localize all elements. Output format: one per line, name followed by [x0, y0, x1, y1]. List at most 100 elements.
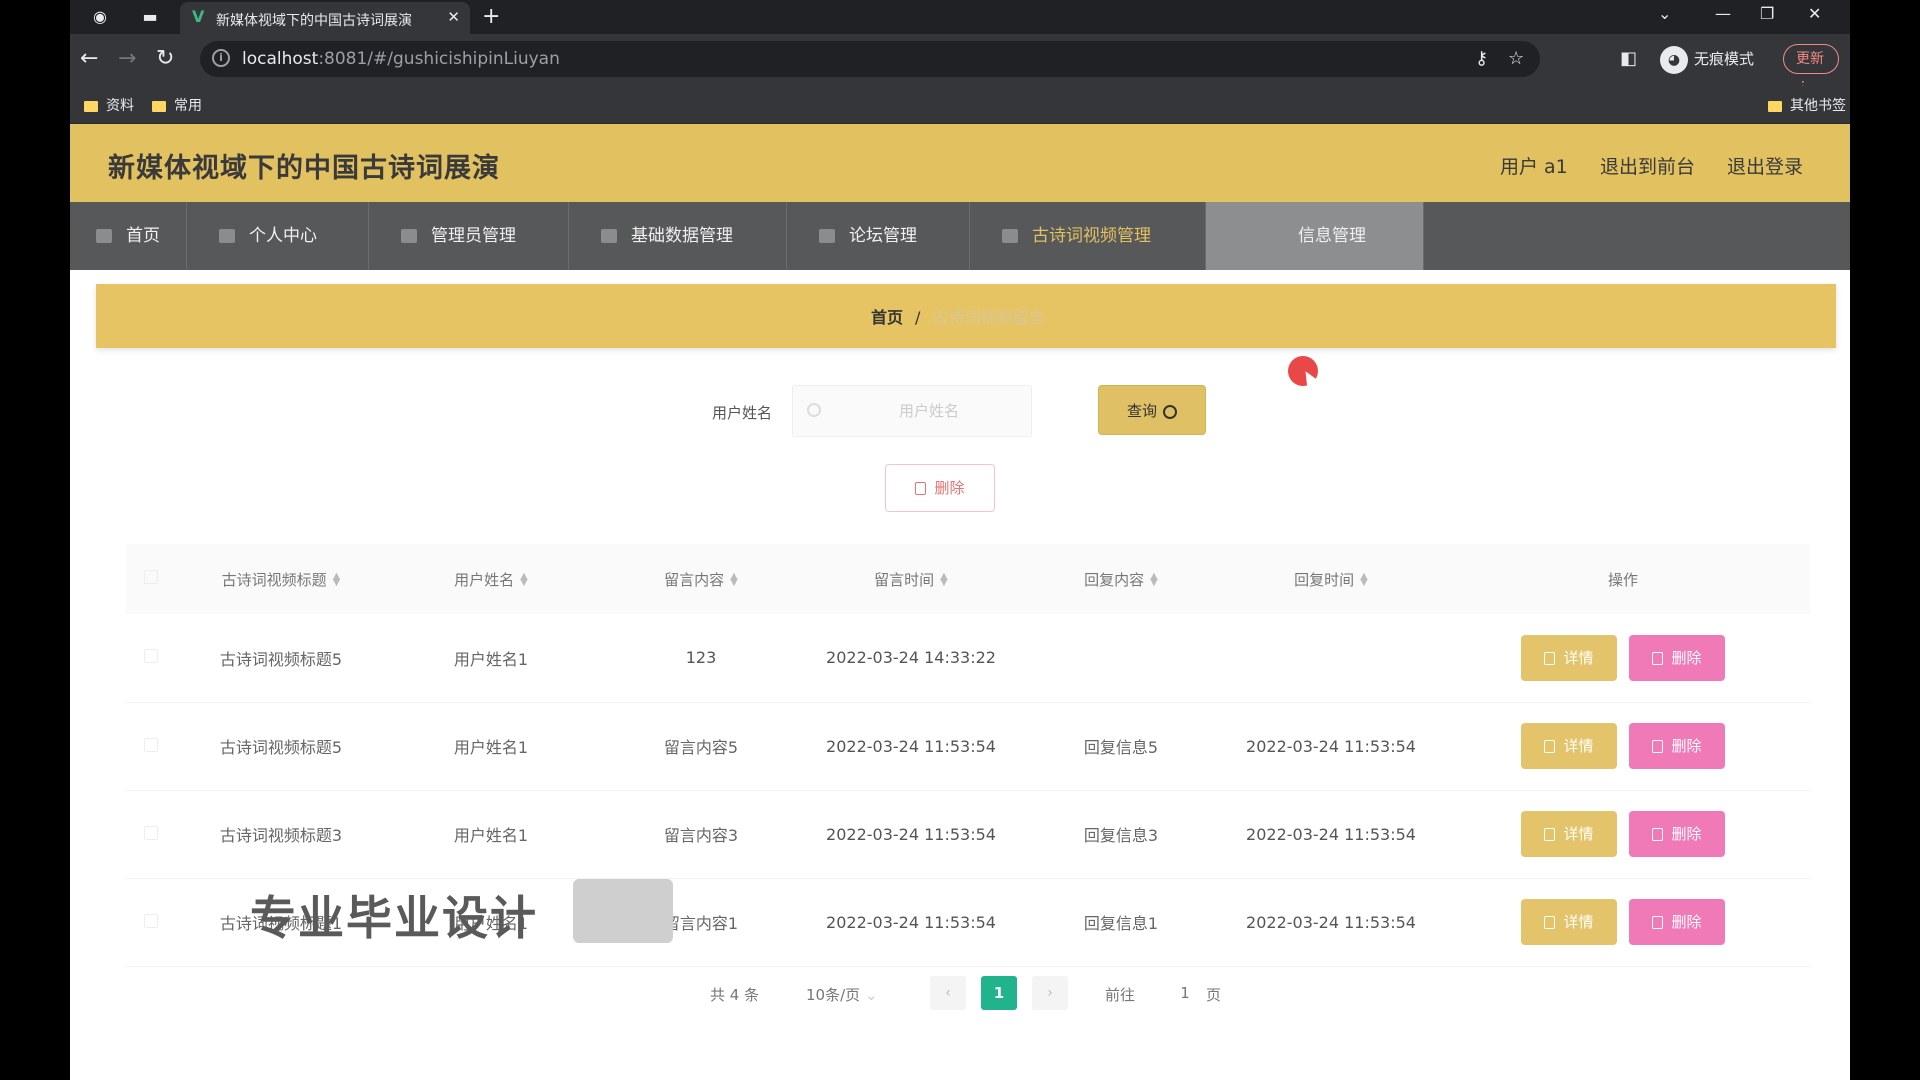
- browser-menu-icon[interactable]: ◉: [88, 5, 112, 29]
- restore-icon[interactable]: ❐: [1760, 4, 1774, 23]
- sort-icon[interactable]: ▲ ▼: [520, 572, 528, 588]
- cell-message-content: 123: [596, 614, 806, 703]
- menu-message[interactable]: 信息管理: [1206, 202, 1424, 270]
- detail-button[interactable]: 详情: [1521, 723, 1617, 769]
- batch-delete-button[interactable]: 删除: [885, 464, 995, 512]
- menu-admin-management[interactable]: 管理员管理: [369, 202, 569, 270]
- document-icon: [1544, 740, 1556, 753]
- trash-icon: [1652, 828, 1664, 841]
- search-input[interactable]: [829, 386, 1029, 436]
- cell-video-title: 古诗词视频标题5: [176, 702, 386, 791]
- detail-button[interactable]: 详情: [1521, 634, 1617, 681]
- search-input-box[interactable]: [792, 385, 1032, 437]
- key-icon[interactable]: ⚷: [1475, 48, 1488, 69]
- row-checkbox[interactable]: [126, 614, 176, 703]
- logout-link[interactable]: 退出登录: [1727, 152, 1803, 179]
- column-header[interactable]: 留言时间 ▲ ▼: [806, 544, 1016, 614]
- bookmark-star-icon[interactable]: ☆: [1508, 48, 1524, 69]
- url-text[interactable]: localhost:8081/#/gushicishipinLiuyan: [242, 49, 560, 69]
- browser-toolbar: ← → ↻ i localhost:8081/#/gushicishipinLi…: [70, 34, 1850, 95]
- user-icon: [219, 229, 235, 243]
- search-label: 用户姓名: [712, 404, 773, 422]
- bookmark-folder-1[interactable]: 资料: [84, 95, 134, 115]
- folder-icon: [1768, 100, 1782, 112]
- tab-strip: ◉ ▬ V 新媒体视域下的中国古诗词展演 ✕ + ⌄ — ❐ ✕: [70, 0, 1850, 34]
- tab-list-chevron-icon[interactable]: ⌄: [1658, 4, 1671, 23]
- menu-personal-center[interactable]: 个人中心: [187, 202, 369, 270]
- document-icon: [1544, 828, 1556, 841]
- site-header: 新媒体视域下的中国古诗词展演 用户 a1 退出到前台 退出登录: [70, 124, 1850, 202]
- side-panel-icon[interactable]: ◧: [1620, 46, 1637, 72]
- sort-icon[interactable]: ▲ ▼: [730, 572, 738, 588]
- close-tab-icon[interactable]: ✕: [447, 8, 460, 26]
- detail-button[interactable]: 详情: [1521, 899, 1617, 945]
- cell-actions: 详情 删除: [1436, 614, 1810, 703]
- next-page-button[interactable]: ›: [1032, 976, 1068, 1010]
- sort-icon[interactable]: ▲ ▼: [940, 572, 948, 588]
- menu-base-data[interactable]: 基础数据管理: [569, 202, 787, 270]
- delete-button[interactable]: 删除: [1629, 634, 1725, 681]
- site-info-icon[interactable]: i: [212, 49, 230, 67]
- search-icon: [1163, 404, 1177, 419]
- goto-label: 前往: [1105, 986, 1136, 1004]
- forward-icon[interactable]: →: [118, 46, 136, 72]
- menu-home[interactable]: 首页: [70, 202, 187, 270]
- cell-user-name: 用户姓名1: [386, 614, 596, 703]
- pagination-total: 共 4 条: [710, 986, 760, 1004]
- menu-forum[interactable]: 论坛管理: [787, 202, 970, 270]
- goto-page-input[interactable]: 1: [1170, 984, 1200, 1002]
- sort-icon[interactable]: ▲ ▼: [1360, 572, 1368, 588]
- folder-icon: [152, 100, 166, 112]
- sort-icon[interactable]: ▲ ▼: [333, 572, 341, 588]
- exit-to-front-link[interactable]: 退出到前台: [1600, 152, 1695, 179]
- prev-page-button[interactable]: ‹: [930, 976, 966, 1010]
- flag-icon: [401, 229, 417, 243]
- incognito-profile[interactable]: ◕ 无痕模式: [1660, 44, 1754, 76]
- delete-button[interactable]: 删除: [1629, 723, 1725, 769]
- tab-search-icon[interactable]: ▬: [138, 5, 162, 29]
- column-header[interactable]: 回复内容 ▲ ▼: [1016, 544, 1226, 614]
- column-header[interactable]: 古诗词视频标题 ▲ ▼: [176, 544, 386, 614]
- checkbox[interactable]: [144, 737, 158, 752]
- row-checkbox[interactable]: [126, 878, 176, 967]
- page-number-current[interactable]: 1: [981, 976, 1017, 1010]
- trash-icon: [1652, 916, 1664, 929]
- column-header[interactable]: 留言内容 ▲ ▼: [596, 544, 806, 614]
- checkbox[interactable]: [144, 825, 158, 840]
- gear-icon: [601, 229, 617, 243]
- cell-reply-content: 回复信息3: [1016, 790, 1226, 879]
- header-checkbox[interactable]: [126, 544, 176, 614]
- row-checkbox[interactable]: [126, 790, 176, 879]
- minimize-icon[interactable]: —: [1715, 4, 1731, 23]
- checkbox[interactable]: [144, 570, 158, 584]
- page-size-select[interactable]: 10条/页 ⌄: [806, 984, 878, 1005]
- query-button[interactable]: 查询: [1098, 385, 1206, 435]
- delete-button[interactable]: 删除: [1629, 811, 1725, 857]
- breadcrumb-home[interactable]: 首页: [871, 308, 903, 327]
- back-icon[interactable]: ←: [80, 46, 98, 72]
- cell-message-time: 2022-03-24 11:53:54: [806, 878, 1016, 967]
- reload-icon[interactable]: ↻: [156, 46, 174, 72]
- column-header[interactable]: 回复时间 ▲ ▼: [1226, 544, 1436, 614]
- sort-icon[interactable]: ▲ ▼: [1150, 572, 1158, 588]
- browser-tab-active[interactable]: V 新媒体视域下的中国古诗词展演 ✕: [180, 2, 470, 34]
- current-user: 用户 a1: [1500, 156, 1568, 178]
- cell-reply-content: 回复信息5: [1016, 702, 1226, 791]
- new-tab-icon[interactable]: +: [482, 4, 500, 29]
- delete-button[interactable]: 删除: [1629, 899, 1725, 945]
- update-button[interactable]: 更新 ⋮: [1783, 44, 1839, 95]
- address-bar[interactable]: i localhost:8081/#/gushicishipinLiuyan ⚷…: [200, 41, 1540, 77]
- bookmark-folder-2[interactable]: 常用: [152, 95, 202, 115]
- checkbox[interactable]: [144, 913, 158, 928]
- menu-poetry-video[interactable]: 古诗词视频管理: [970, 202, 1206, 270]
- detail-button[interactable]: 详情: [1521, 811, 1617, 857]
- column-header[interactable]: 用户姓名 ▲ ▼: [386, 544, 596, 614]
- row-checkbox[interactable]: [126, 702, 176, 791]
- cell-reply-time: 2022-03-24 11:53:54: [1226, 702, 1436, 791]
- document-icon: [1544, 916, 1556, 929]
- close-window-icon[interactable]: ✕: [1808, 4, 1821, 23]
- other-bookmarks[interactable]: 其他书签: [1768, 95, 1846, 115]
- cell-video-title: 古诗词视频标题5: [176, 614, 386, 703]
- vue-favicon-icon: V: [192, 7, 205, 26]
- checkbox[interactable]: [144, 649, 158, 664]
